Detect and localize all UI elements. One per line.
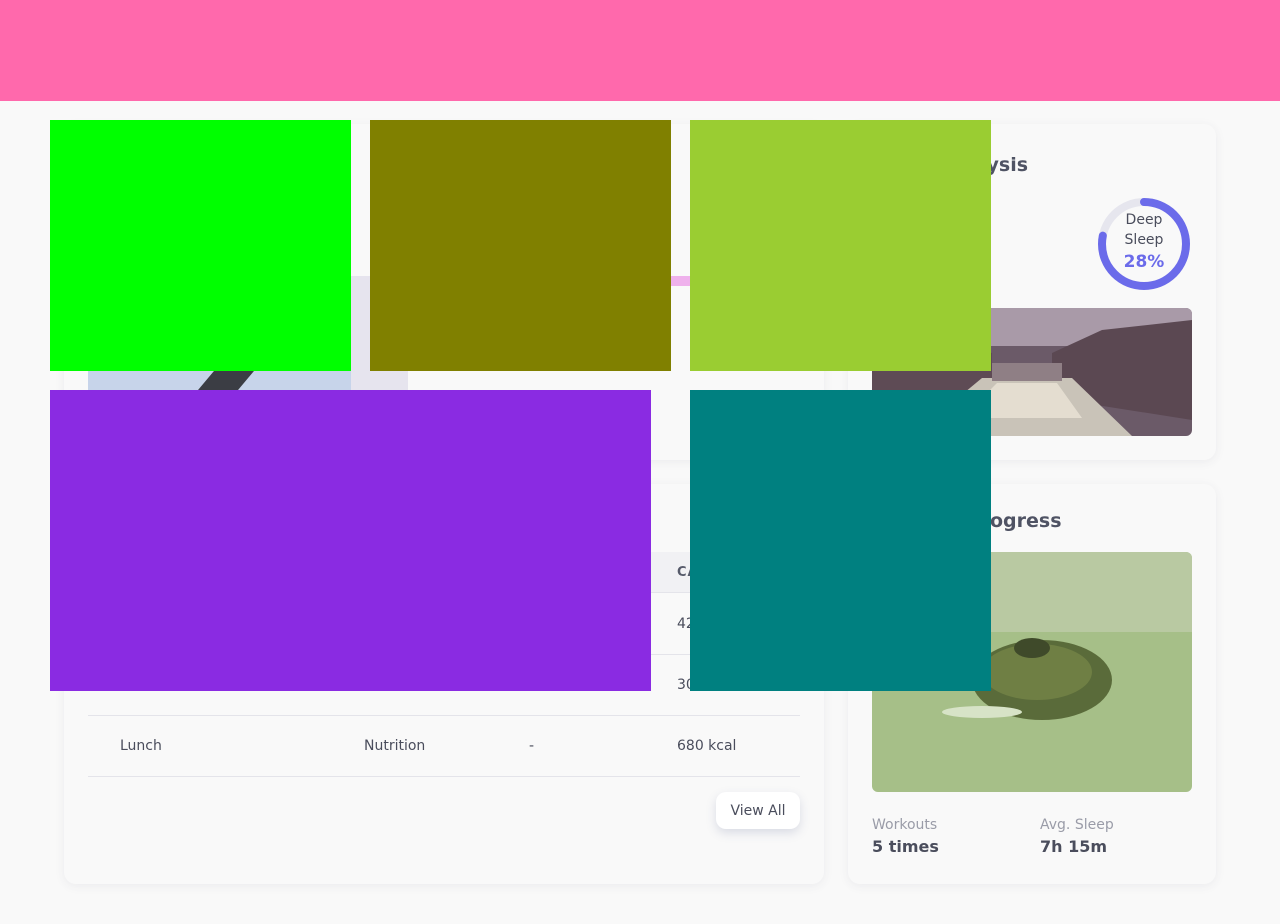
row-activity-name: Lunch	[120, 738, 162, 754]
overlay-block-yellowgreen	[690, 120, 991, 371]
overlay-block-teal	[690, 390, 991, 691]
workouts-value: 5 times	[872, 837, 939, 856]
row-category: Nutrition	[364, 738, 426, 754]
row-calories: 680 kcal	[677, 738, 737, 754]
deep-sleep-label: Deep Sleep	[1124, 212, 1164, 248]
bridge-photo-fragment	[88, 371, 351, 390]
avg-sleep-value: 7h 15m	[1040, 837, 1108, 856]
deep-sleep-percent: 28%	[1123, 252, 1165, 272]
row-duration: -	[529, 738, 535, 754]
overlay-block-olive	[370, 120, 671, 371]
overlay-block-green	[50, 120, 351, 371]
workouts-label: Workouts	[872, 817, 938, 833]
top-header-bar	[0, 0, 1280, 101]
overlay-block-purple	[50, 390, 651, 691]
weekly-progress-title: ogress	[990, 510, 1062, 532]
view-all-button[interactable]: View All	[716, 792, 800, 829]
avg-sleep-label: Avg. Sleep	[1040, 817, 1114, 833]
accent-strip	[671, 276, 690, 286]
table-row[interactable]: Lunch Nutrition - 680 kcal	[88, 716, 800, 777]
